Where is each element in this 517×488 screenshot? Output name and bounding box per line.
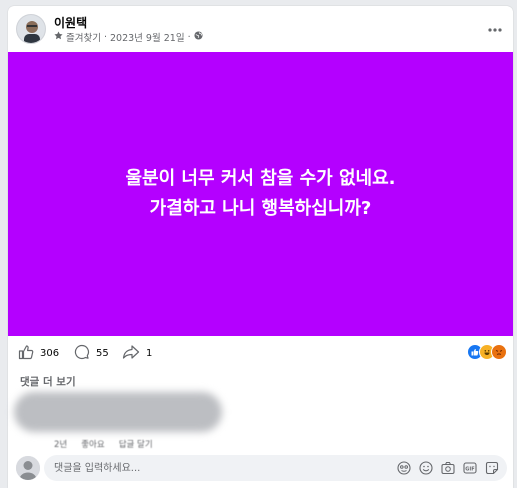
more-options-button[interactable]: [485, 16, 505, 36]
gif-icon[interactable]: GIF: [463, 461, 477, 475]
thumbs-up-icon: [18, 344, 34, 363]
comment-input-tools: GIF: [397, 461, 499, 475]
post-card: 이원택 즐겨찾기 · 2023년 9월 21일 · 울분이 너무 커서 참을 수…: [8, 6, 513, 488]
camera-icon[interactable]: [441, 461, 455, 475]
sticker-icon[interactable]: [485, 461, 499, 475]
meta-separator-2: ·: [187, 31, 191, 43]
meta-separator: ·: [103, 31, 107, 43]
post-meta: 즐겨찾기 · 2023년 9월 21일 ·: [54, 30, 203, 44]
comment-button[interactable]: 55: [74, 344, 109, 363]
comment-bubble-icon: [74, 344, 90, 363]
reactions-summary[interactable]: [467, 344, 507, 360]
author-avatar[interactable]: [16, 14, 46, 44]
avatar-sticker-icon[interactable]: [397, 461, 411, 475]
post-date[interactable]: 2023년 9월 21일: [110, 30, 185, 44]
view-more-comments-link[interactable]: 댓글 더 보기: [20, 374, 76, 389]
share-arrow-icon: [122, 344, 140, 363]
comment-reply-link[interactable]: 답글 달기: [119, 438, 153, 450]
post-text-line-2: 가결하고 나니 행복하십니까?: [149, 198, 372, 219]
comment-count: 55: [96, 348, 109, 359]
more-dots-icon: [488, 17, 502, 36]
svg-text:GIF: GIF: [465, 466, 474, 472]
share-count: 1: [146, 348, 153, 359]
comment-time[interactable]: 2년: [54, 438, 67, 450]
like-button[interactable]: 306: [18, 344, 59, 363]
globe-icon: [194, 31, 203, 43]
author-name[interactable]: 이원택: [54, 14, 87, 31]
post-text-line-1: 울분이 너무 커서 참을 수가 없네요.: [125, 168, 396, 189]
comment-actions: 2년 좋아요 답글 달기: [54, 438, 153, 450]
star-icon: [54, 31, 63, 43]
post-stats: 306 55 1: [8, 340, 513, 364]
emoji-icon[interactable]: [419, 461, 433, 475]
favorites-label[interactable]: 즐겨찾기: [66, 30, 101, 44]
blurred-comment: [14, 392, 222, 432]
comment-like-link[interactable]: 좋아요: [81, 438, 104, 450]
current-user-avatar[interactable]: [16, 456, 40, 480]
share-button[interactable]: 1: [122, 344, 152, 363]
like-count: 306: [40, 348, 60, 359]
angry-reaction-icon: [491, 344, 507, 360]
post-content-background: 울분이 너무 커서 참을 수가 없네요. 가결하고 나니 행복하십니까?: [8, 52, 513, 336]
